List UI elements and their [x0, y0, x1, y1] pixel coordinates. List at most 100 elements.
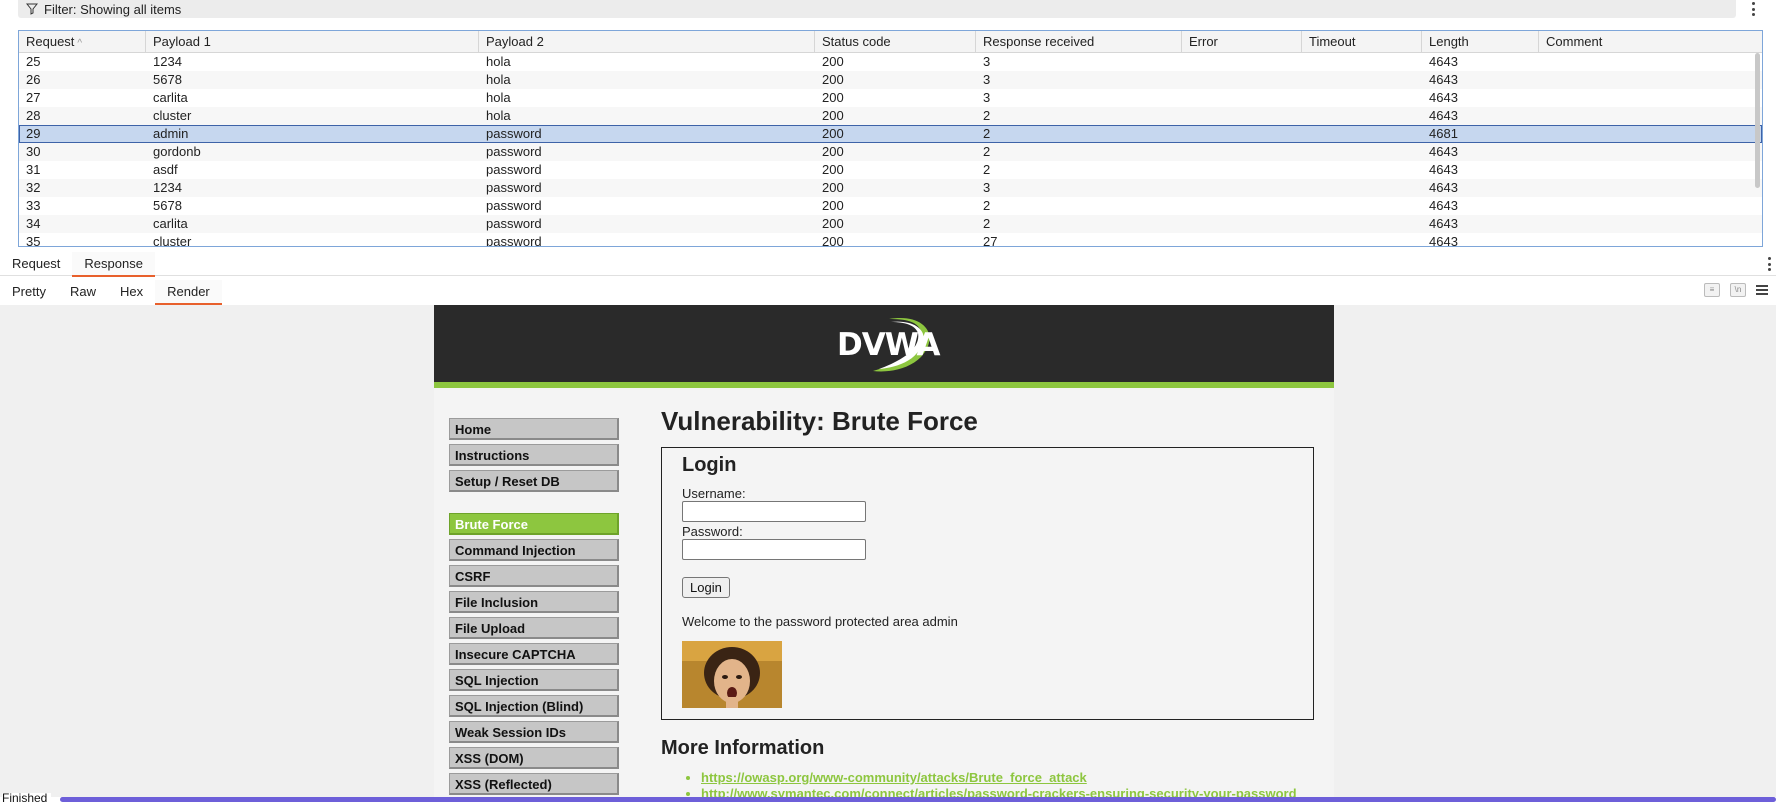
menu-item-file-upload[interactable]: File Upload [449, 617, 619, 639]
table-cell: 200 [822, 216, 844, 231]
menu-item-csrf[interactable]: CSRF [449, 565, 619, 587]
column-header-payload2[interactable]: Payload 2 [479, 31, 815, 53]
table-cell: 2 [983, 144, 991, 159]
password-field[interactable] [682, 539, 866, 560]
table-cell: password [486, 198, 542, 213]
password-label: Password: [682, 524, 743, 539]
table-cell [1539, 197, 1746, 215]
table-cell: 3 [983, 90, 991, 105]
table-body: 25 1234 hola 200 3 4643 26 5678 hola 200 3 4643 27 ca… [19, 53, 1762, 247]
username-field[interactable] [682, 501, 866, 522]
column-header-request[interactable]: Request ^ [19, 31, 146, 53]
column-header-error[interactable]: Error [1182, 31, 1302, 53]
filter-bar[interactable]: Filter: Showing all items [18, 0, 1736, 18]
table-cell [1539, 71, 1746, 89]
scrollbar-thumb[interactable] [1755, 53, 1760, 188]
menu-item-instructions[interactable]: Instructions [449, 444, 619, 466]
tab-render[interactable]: Render [155, 280, 222, 305]
link-symantec[interactable]: http://www.symantec.com/connect/articles… [701, 786, 1316, 797]
table-cell: 4643 [1429, 144, 1458, 159]
table-cell: 4643 [1429, 234, 1458, 247]
table-cell: 200 [822, 162, 844, 177]
progress-bar [60, 797, 1776, 802]
tab-raw[interactable]: Raw [58, 280, 108, 304]
table-cell: cluster [153, 234, 192, 247]
menu-item-insecure-captcha[interactable]: Insecure CAPTCHA [449, 643, 619, 665]
column-header-payload1[interactable]: Payload 1 [146, 31, 479, 53]
tab-hex[interactable]: Hex [108, 280, 155, 304]
view-options: ≡ \n [1704, 283, 1768, 297]
table-cell [1539, 143, 1746, 161]
menu-item-brute-force[interactable]: Brute Force [449, 513, 619, 535]
hamburger-menu-icon[interactable] [1756, 285, 1768, 295]
tab-request[interactable]: Request [0, 252, 72, 276]
column-header-comment[interactable]: Comment [1539, 31, 1746, 53]
table-cell: 200 [822, 72, 844, 87]
table-cell: 31 [26, 162, 41, 177]
table-row[interactable]: 32 1234 password 200 3 4643 [19, 179, 1762, 197]
table-cell: 2 [983, 108, 991, 123]
column-header-status[interactable]: Status code [815, 31, 976, 53]
link-owasp[interactable]: https://owasp.org/www-community/attacks/… [701, 770, 1316, 786]
table-row[interactable]: 25 1234 hola 200 3 4643 [19, 53, 1762, 71]
table-cell [1539, 89, 1746, 107]
menu-item-sql-injection-blind[interactable]: SQL Injection (Blind) [449, 695, 619, 717]
column-header-response-received[interactable]: Response received [976, 31, 1182, 53]
table-cell: 2 [983, 216, 991, 231]
tab-response[interactable]: Response [72, 252, 155, 277]
table-cell: 200 [822, 54, 844, 69]
table-cell [1182, 125, 1302, 143]
tab-pretty[interactable]: Pretty [0, 280, 58, 304]
table-cell [1182, 197, 1302, 215]
table-cell [1302, 197, 1422, 215]
status-text: Finished [2, 792, 52, 804]
table-row[interactable]: 35 cluster password 200 27 4643 [19, 233, 1762, 247]
table-cell: 200 [822, 90, 844, 105]
menu-item-xss-dom[interactable]: XSS (DOM) [449, 747, 619, 769]
menu-item-home[interactable]: Home [449, 418, 619, 440]
table-cell: 1234 [153, 180, 182, 195]
menu-item-sql-injection[interactable]: SQL Injection [449, 669, 619, 691]
table-cell [1539, 215, 1746, 233]
table-row[interactable]: 34 carlita password 200 2 4643 [19, 215, 1762, 233]
wrap-lines-icon[interactable]: ≡ [1704, 283, 1720, 297]
table-cell: 3 [983, 72, 991, 87]
message-tabs: Request Response [0, 252, 1776, 277]
table-cell: hola [486, 108, 511, 123]
table-row[interactable]: 31 asdf password 200 2 4643 [19, 161, 1762, 179]
newline-icon[interactable]: \n [1730, 283, 1746, 297]
table-cell: password [486, 234, 542, 247]
table-row[interactable]: 28 cluster hola 200 2 4643 [19, 107, 1762, 125]
table-scrollbar[interactable] [1752, 53, 1762, 213]
table-cell [1302, 215, 1422, 233]
page-title: Vulnerability: Brute Force [661, 406, 978, 436]
filter-label: Filter: Showing all items [44, 1, 182, 17]
table-cell: 34 [26, 216, 41, 231]
dvwa-header: DVWA [434, 305, 1334, 388]
table-cell: password [486, 216, 542, 231]
table-row[interactable]: 26 5678 hola 200 3 4643 [19, 71, 1762, 89]
table-row[interactable]: 30 gordonb password 200 2 4643 [19, 143, 1762, 161]
filter-menu-icon[interactable] [1750, 2, 1756, 16]
login-button[interactable]: Login [682, 577, 730, 598]
table-cell: 2 [983, 198, 991, 213]
column-header-length[interactable]: Length [1422, 31, 1539, 53]
table-row[interactable]: 27 carlita hola 200 3 4643 [19, 89, 1762, 107]
menu-item-file-inclusion[interactable]: File Inclusion [449, 591, 619, 613]
table-cell [1182, 215, 1302, 233]
view-tabs: Pretty Raw Hex Render [0, 280, 1776, 305]
table-cell: hola [486, 90, 511, 105]
table-row[interactable]: 29 admin password 200 2 4681 [19, 125, 1762, 143]
menu-item-weak-session-ids[interactable]: Weak Session IDs [449, 721, 619, 743]
column-header-timeout[interactable]: Timeout [1302, 31, 1422, 53]
table-cell: password [486, 126, 542, 141]
table-cell: 3 [983, 54, 991, 69]
table-cell [1539, 233, 1746, 246]
menu-item-xss-reflected[interactable]: XSS (Reflected) [449, 773, 619, 795]
menu-item-setup-reset-db[interactable]: Setup / Reset DB [449, 470, 619, 492]
table-cell [1539, 179, 1746, 197]
message-menu-icon[interactable] [1766, 257, 1772, 271]
table-row[interactable]: 33 5678 password 200 2 4643 [19, 197, 1762, 215]
table-cell: 4643 [1429, 90, 1458, 105]
menu-item-command-injection[interactable]: Command Injection [449, 539, 619, 561]
